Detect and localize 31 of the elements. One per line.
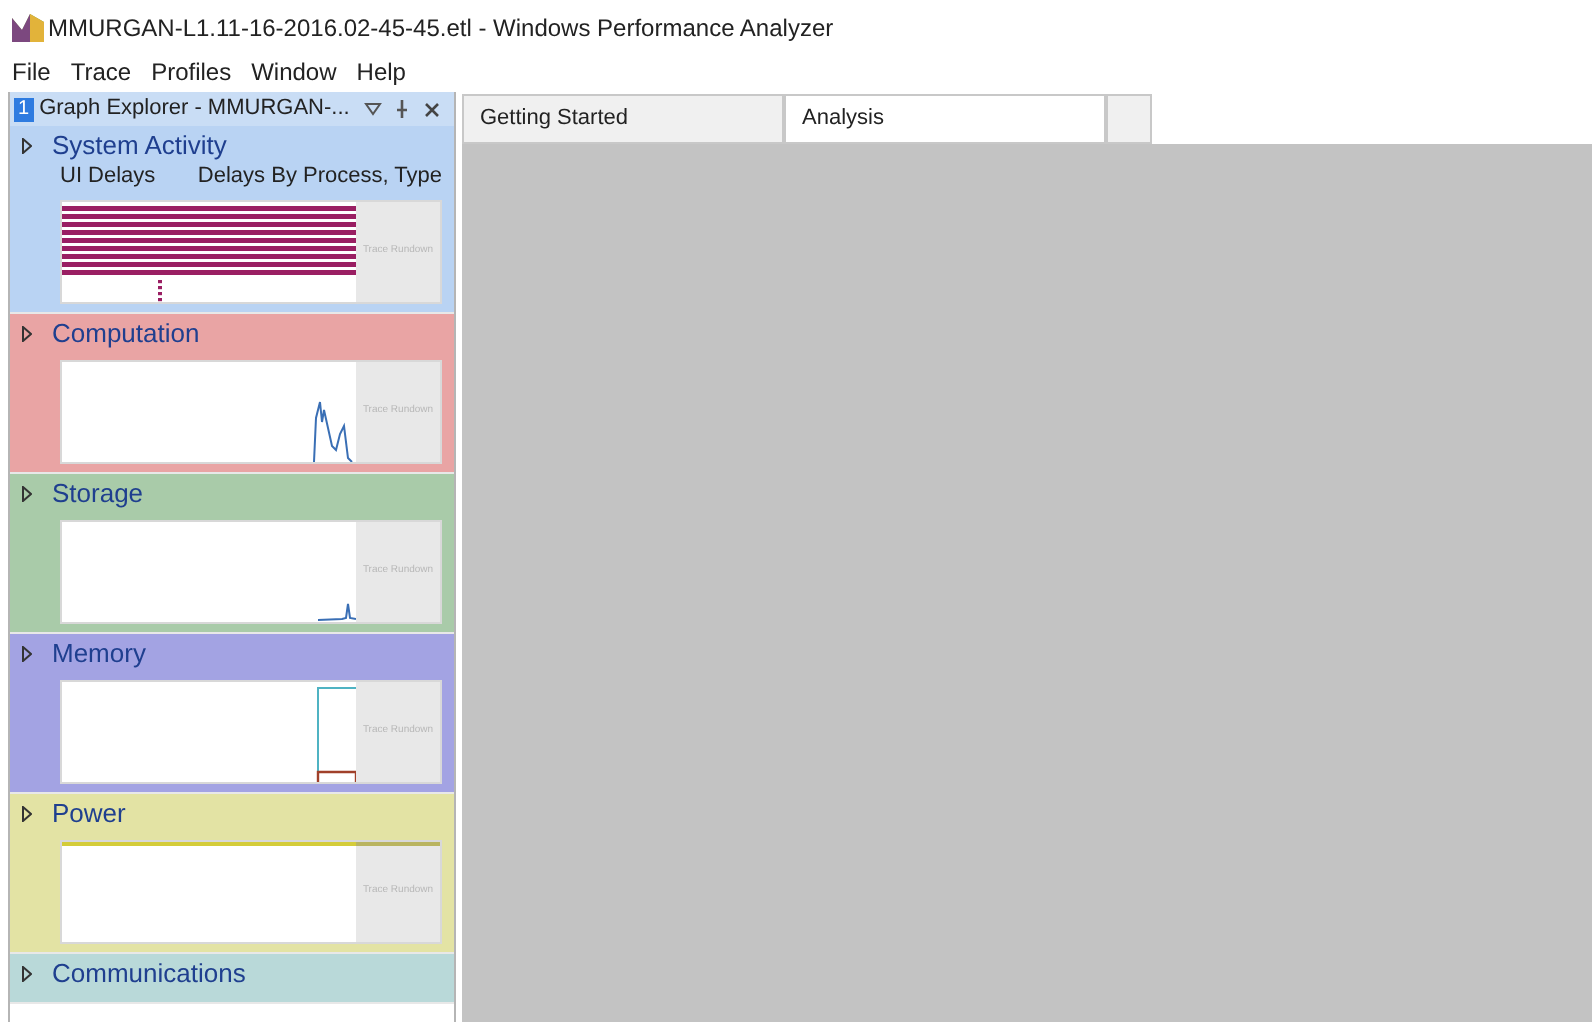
expand-arrow-icon[interactable] (22, 805, 32, 821)
menu-item[interactable]: Window (251, 54, 337, 90)
window-title: MMURGAN-L1.11-16-2016.02-45-45.etl - Windows Performance Analyzer (48, 12, 834, 46)
expand-arrow-icon[interactable] (22, 965, 32, 981)
line-chart-drawing (317, 602, 356, 620)
pin-icon[interactable] (395, 100, 408, 118)
section-title[interactable]: Storage (52, 473, 144, 513)
tab[interactable]: Analysis (784, 94, 1106, 144)
section-title[interactable]: Communications (52, 953, 246, 993)
graph-label: UI Delays (60, 162, 156, 192)
section-title[interactable]: Memory (52, 633, 146, 673)
panel-title: Graph Explorer - MMURGAN-... (39, 94, 350, 125)
section-title[interactable]: Power (52, 793, 126, 833)
close-icon[interactable] (423, 101, 440, 117)
menu-item[interactable]: Profiles (151, 54, 232, 90)
line-chart-drawing (316, 686, 356, 781)
dropdown-icon[interactable] (363, 102, 382, 116)
section-title[interactable]: System Activity (52, 126, 227, 166)
line-chart-drawing (313, 400, 353, 461)
menu-item[interactable]: Help (356, 54, 406, 90)
menu-item[interactable]: File (12, 54, 51, 90)
graph-label: Delays By Process, Type (197, 162, 442, 192)
menu-item[interactable]: Trace (70, 54, 132, 90)
expand-arrow-icon[interactable] (22, 645, 32, 661)
tab[interactable]: Getting Started (462, 94, 784, 144)
expand-arrow-icon[interactable] (22, 325, 32, 341)
section-title[interactable]: Computation (52, 313, 200, 353)
app-logo-icon (12, 14, 44, 42)
expand-arrow-icon[interactable] (22, 138, 32, 154)
expand-arrow-icon[interactable] (22, 485, 32, 501)
panel-number: 1 (14, 97, 34, 121)
